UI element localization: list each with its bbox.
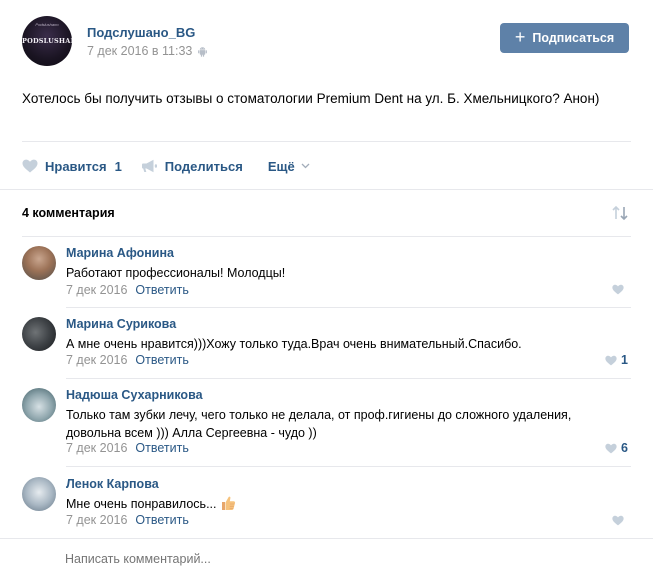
comment-text: Только там зубки лечу, чего только не де…	[66, 408, 572, 440]
heart-icon	[605, 443, 617, 453]
post-text: Хотелось бы получить отзывы о стоматолог…	[22, 91, 600, 106]
post-actions: Нравится 1 Поделиться Ещё	[22, 156, 317, 176]
comment-item: Ленок Карпова Мне очень понравилось... 7…	[22, 477, 631, 537]
divider	[66, 466, 631, 467]
heart-icon	[22, 159, 38, 173]
avatar[interactable]	[22, 246, 56, 280]
comment-like-count: 1	[621, 353, 628, 367]
comments-count: 4 комментария	[22, 206, 115, 220]
chevron-down-icon	[301, 163, 310, 169]
comment-date[interactable]: 7 дек 2016	[66, 353, 127, 367]
subscribe-button[interactable]: + Подписаться	[500, 23, 629, 53]
comment-author[interactable]: Марина Афонина	[66, 246, 174, 260]
comment-text: А мне очень нравится)))Хожу только туда.…	[66, 337, 522, 351]
plus-icon: +	[514, 27, 526, 47]
share-label: Поделиться	[164, 158, 243, 174]
thumbs-up-emoji	[221, 496, 235, 510]
comment-text-row: Мне очень понравилось...	[66, 495, 626, 513]
comment-item: Надюша Сухарникова Только там зубки лечу…	[22, 388, 631, 466]
more-button[interactable]: Ещё	[268, 159, 317, 174]
more-label: Ещё	[267, 158, 295, 174]
like-count: 1	[114, 158, 122, 174]
heart-icon	[612, 284, 624, 295]
heart-icon	[605, 355, 617, 365]
community-logo: PODSLUSHANO	[22, 37, 72, 45]
comment-like-count: 6	[621, 441, 628, 455]
post-header: Podslushano PODSLUSHANO Подслушано_BG 7 …	[22, 16, 629, 70]
like-label: Нравится	[45, 158, 107, 174]
heart-icon	[612, 515, 624, 526]
comment-like-button[interactable]: 1	[605, 353, 628, 367]
share-button[interactable]: Поделиться	[141, 158, 243, 174]
comment-like-button[interactable]: 6	[605, 441, 628, 455]
comment-like-button[interactable]	[612, 515, 628, 526]
subscribe-label: Подписаться	[532, 31, 615, 45]
comment-meta: 7 дек 2016 Ответить	[66, 513, 189, 527]
comment-date[interactable]: 7 дек 2016	[66, 283, 127, 297]
divider	[22, 141, 631, 142]
comment-author[interactable]: Марина Сурикова	[66, 317, 176, 331]
divider	[0, 538, 653, 539]
sort-icon[interactable]	[611, 205, 629, 221]
comment-date[interactable]: 7 дек 2016	[66, 513, 127, 527]
post-date[interactable]: 7 дек 2016 в 11:33	[87, 44, 192, 58]
comment-author[interactable]: Надюша Сухарникова	[66, 388, 203, 402]
comment-author[interactable]: Ленок Карпова	[66, 477, 159, 491]
comment-meta: 7 дек 2016 Ответить	[66, 353, 189, 367]
divider	[66, 307, 631, 308]
reply-button[interactable]: Ответить	[135, 441, 188, 455]
comment-like-button[interactable]	[612, 284, 628, 295]
like-button[interactable]: Нравится 1	[22, 159, 122, 174]
android-icon	[198, 46, 208, 57]
post-meta: 7 дек 2016 в 11:33	[87, 44, 208, 58]
comment-item: Марина Афонина Работают профессионалы! М…	[22, 246, 631, 306]
avatar[interactable]	[22, 317, 56, 351]
comment-meta: 7 дек 2016 Ответить	[66, 441, 189, 455]
reply-button[interactable]: Ответить	[135, 353, 188, 367]
comment-text: Работают профессионалы! Молодцы!	[66, 266, 286, 280]
community-logo-small: Podslushano	[35, 22, 59, 27]
comment-input[interactable]	[65, 552, 605, 566]
reply-button[interactable]: Ответить	[135, 283, 188, 297]
comment-item: Марина Сурикова А мне очень нравится)))Х…	[22, 317, 631, 377]
community-avatar[interactable]: Podslushano PODSLUSHANO	[22, 16, 72, 66]
megaphone-icon	[141, 159, 157, 173]
divider	[22, 236, 631, 237]
comment-meta: 7 дек 2016 Ответить	[66, 283, 189, 297]
divider	[0, 189, 653, 190]
avatar[interactable]	[22, 477, 56, 511]
comment-date[interactable]: 7 дек 2016	[66, 441, 127, 455]
avatar[interactable]	[22, 388, 56, 422]
divider	[66, 378, 631, 379]
comment-text: Мне очень понравилось...	[66, 497, 217, 511]
community-name[interactable]: Подслушано_BG	[87, 25, 195, 40]
reply-button[interactable]: Ответить	[135, 513, 188, 527]
